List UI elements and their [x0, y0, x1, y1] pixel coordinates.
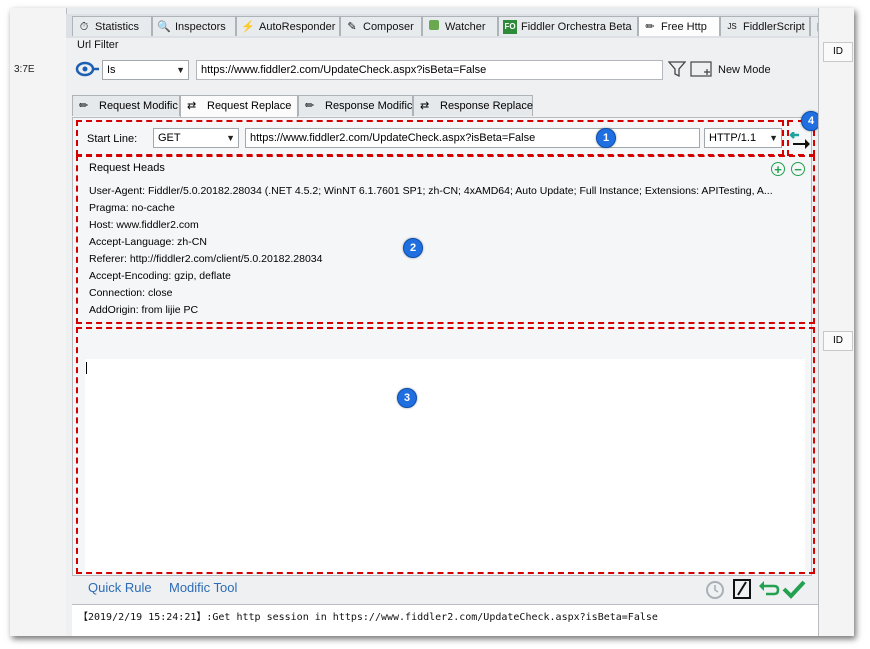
log-panel: 【2019/2/19 15:24:21】:Get http session in…: [72, 604, 818, 636]
request-replace-panel: Start Line: GET ▼ https://www.fiddler2.c…: [72, 111, 821, 576]
pen-icon: ✏: [645, 21, 655, 33]
free-http-pane: Url Filter Is ▼ https://www.fiddler2.com…: [66, 38, 821, 636]
tab-composer[interactable]: ✎ Composer: [340, 16, 422, 36]
bottom-toolbar: Quick Rule Modific Tool: [72, 574, 810, 604]
swap-arrows-icon[interactable]: [789, 132, 811, 150]
id-column-header[interactable]: ID: [823, 42, 853, 62]
tab-label: Free Http: [661, 21, 707, 33]
tab-inspectors[interactable]: 🔍 Inspectors: [152, 16, 236, 36]
tab-fiddler-orchestra[interactable]: FO Fiddler Orchestra Beta: [498, 16, 638, 36]
url-filter-input[interactable]: https://www.fiddler2.com/UpdateCheck.asp…: [196, 60, 663, 80]
log-line: 【2019/2/19 15:24:21】:Get http session in…: [78, 612, 658, 623]
annotation-box-1: [76, 120, 784, 156]
badge-2: 2: [403, 238, 423, 258]
watcher-icon: [427, 20, 441, 34]
session-fragment: 3:7E: [14, 64, 35, 75]
tab-free-http[interactable]: ✏ Free Http: [638, 16, 720, 36]
pencil-icon: ✏: [79, 100, 89, 112]
eye-icon[interactable]: [75, 60, 99, 78]
checkmark-icon[interactable]: [782, 579, 806, 599]
tab-label: Composer: [363, 21, 414, 33]
right-pane: ID ID: [818, 8, 854, 636]
lightning-icon: ⚡: [241, 21, 255, 33]
tab-label: Inspectors: [175, 21, 226, 33]
pencil-doc-icon: ✎: [347, 21, 357, 33]
undo-icon[interactable]: [758, 580, 780, 598]
inspect-icon: 🔍: [157, 21, 171, 33]
subtab-request-modific[interactable]: ✏ Request Modific: [72, 95, 180, 116]
quick-rule-link[interactable]: Quick Rule: [88, 580, 152, 595]
tab-watcher[interactable]: Watcher: [422, 16, 498, 36]
replace-icon: ⇄: [187, 100, 197, 112]
edit-box-icon[interactable]: [732, 578, 752, 600]
subtab-response-replace[interactable]: ⇄ Response Replace: [413, 95, 533, 116]
tab-statistics[interactable]: ⏱ Statistics: [72, 16, 152, 36]
filter-icon[interactable]: [668, 60, 686, 78]
new-mode-label[interactable]: New Mode: [718, 64, 771, 76]
pencil-icon: ✏: [305, 100, 315, 112]
url-filter-label: Url Filter: [77, 39, 119, 51]
tab-label: Fiddler Orchestra Beta: [521, 21, 632, 33]
match-mode-select[interactable]: Is ▼: [102, 60, 189, 80]
subtab-label: Request Replace: [207, 100, 292, 112]
tab-label: Watcher: [445, 21, 486, 33]
fiddler-window: 3:7E ⏱ Statistics 🔍 Inspectors ⚡ AutoRes…: [10, 8, 854, 636]
tab-label: AutoResponder: [259, 21, 336, 33]
tab-fiddlerscript[interactable]: JS FiddlerScript: [720, 16, 810, 36]
annotation-box-2: [76, 155, 815, 324]
badge-3: 3: [397, 388, 417, 408]
badge-1: 1: [596, 128, 616, 148]
subtab-request-replace[interactable]: ⇄ Request Replace: [180, 95, 298, 117]
tab-label: FiddlerScript: [743, 21, 805, 33]
subtab-label: Request Modific: [99, 100, 178, 112]
chevron-down-icon: ▼: [176, 65, 185, 75]
fo-icon: FO: [503, 20, 517, 34]
tab-autoresponder[interactable]: ⚡ AutoResponder: [236, 16, 340, 36]
match-mode-value: Is: [107, 64, 116, 76]
main-tab-bar: ⏱ Statistics 🔍 Inspectors ⚡ AutoResponde…: [66, 14, 840, 39]
sessions-pane: 3:7E: [10, 8, 67, 636]
modific-tool-link[interactable]: Modific Tool: [169, 580, 237, 595]
script-icon: JS: [727, 22, 737, 31]
replace-icon: ⇄: [420, 100, 430, 112]
subtab-label: Response Replace: [440, 100, 533, 112]
subtab-response-modific[interactable]: ✏ Response Modific: [298, 95, 413, 116]
annotation-box-3: [76, 327, 815, 574]
subtab-label: Response Modific: [325, 100, 413, 112]
stopwatch-icon: ⏱: [79, 21, 89, 33]
alarm-clock-icon[interactable]: [704, 578, 726, 600]
tab-label: Statistics: [95, 21, 140, 33]
new-mode-icon[interactable]: [690, 60, 712, 78]
id-column-header[interactable]: ID: [823, 331, 853, 351]
